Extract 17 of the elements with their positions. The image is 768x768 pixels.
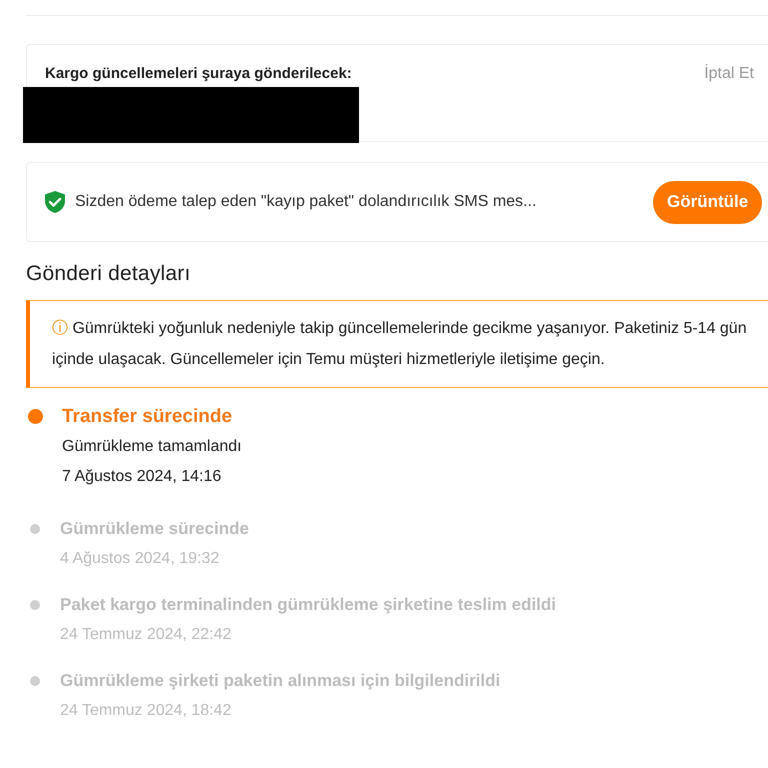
- info-icon: ⓘ: [52, 320, 68, 337]
- event-title: Gümrükleme sürecinde: [60, 518, 249, 540]
- alert-text: Sizden ödeme talep eden "kayıp paket" dolandırıcılık SMS mes...: [75, 193, 538, 211]
- event-title: Gümrükleme şirketi paketin alınması için bilgilendirildi: [60, 670, 500, 692]
- event-title: Paket kargo terminalinden gümrükleme şirketine teslim edildi: [60, 594, 556, 616]
- section-title: Gönderi detayları: [26, 262, 192, 286]
- event-detail: Gümrükleme tamamlandı: [62, 437, 242, 457]
- event-time: 7 Ağustos 2024, 14:16: [62, 467, 222, 487]
- event-time: 4 Ağustos 2024, 19:32: [60, 549, 220, 569]
- shipping-label: Kargo güncellemeleri şuraya gönderilecek:: [45, 65, 352, 83]
- view-button[interactable]: Görüntüle: [653, 180, 762, 224]
- notice-text: ⓘ Gümrükteki yoğunluk nedeniyle takip güncellemelerinde gecikme yaşanıyor. Paketiniz 5-14 gün içinde ulaşacak. Güncellemeler için Temu müşteri hizmetleriyle iletişime geçin.: [52, 318, 748, 370]
- cancel-link[interactable]: İptal Et: [704, 65, 768, 83]
- event-time: 24 Temmuz 2024, 22:42: [60, 625, 232, 645]
- shield-check-icon: [43, 190, 67, 214]
- event-title: Transfer sürecinde: [62, 405, 234, 429]
- event-time: 24 Temmuz 2024, 18:42: [60, 701, 232, 721]
